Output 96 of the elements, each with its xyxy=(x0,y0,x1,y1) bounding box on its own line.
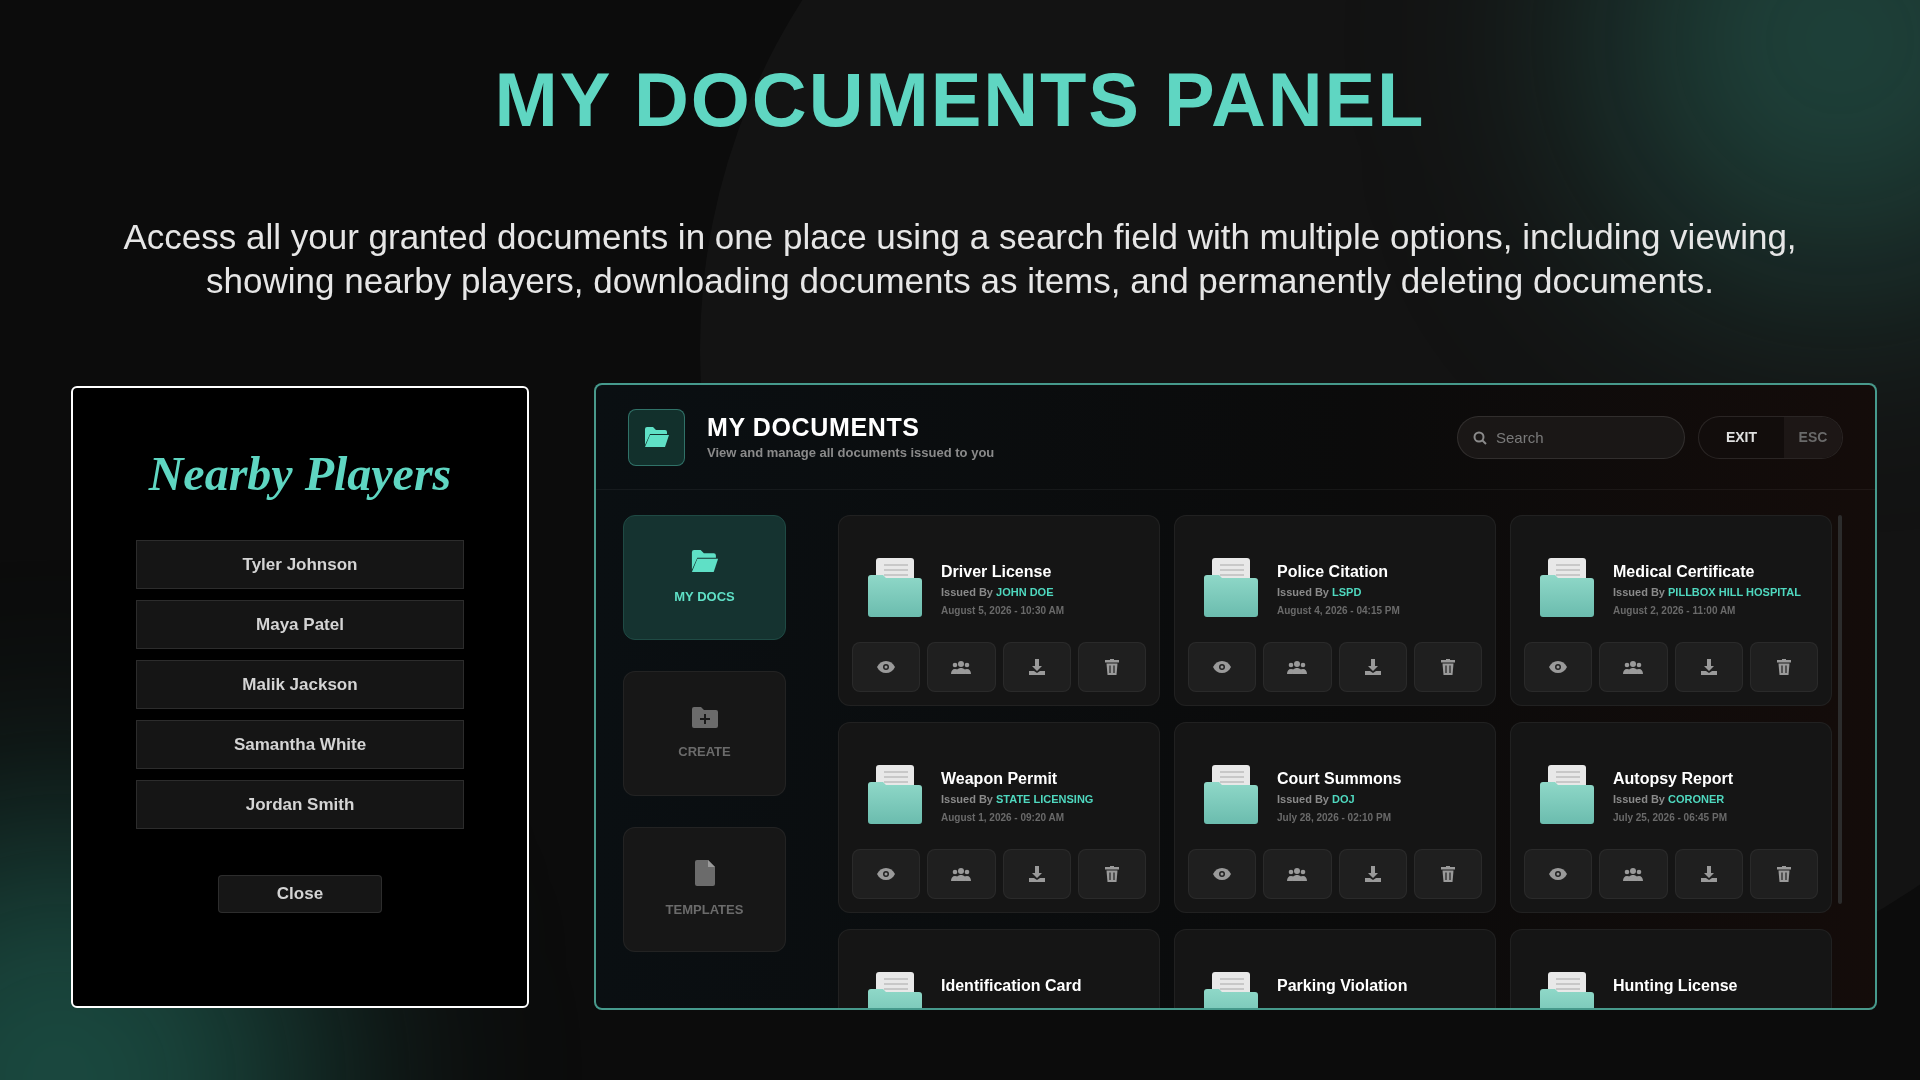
users-icon xyxy=(1623,660,1644,674)
download-button[interactable] xyxy=(1338,849,1407,899)
document-folder-icon xyxy=(1538,556,1596,618)
document-title: Parking Violation xyxy=(1277,976,1408,996)
trash-button[interactable] xyxy=(1077,642,1146,692)
trash-button[interactable] xyxy=(1413,849,1482,899)
search-field[interactable]: Search xyxy=(1457,415,1685,459)
document-title: Court Summons xyxy=(1277,769,1402,789)
view-icon xyxy=(877,868,896,880)
document-date: July 28, 2026 - 02:10 PM xyxy=(1277,810,1392,825)
nav-tab[interactable]: MY DOCS xyxy=(623,515,786,640)
trash-icon xyxy=(1776,866,1791,882)
scrollbar[interactable] xyxy=(1838,515,1842,904)
issuer-text: Issued By STATE LICENSING xyxy=(941,792,1094,807)
page-description: Access all your granted documents in one place using a search field with multiple options, including viewing, showing nearby players, downloading documents as items, and permanently deleting documents. xyxy=(122,216,1798,302)
trash-button[interactable] xyxy=(1413,642,1482,692)
users-button[interactable] xyxy=(1599,849,1668,899)
file-icon xyxy=(694,859,715,886)
trash-button[interactable] xyxy=(1749,642,1818,692)
users-button[interactable] xyxy=(1263,642,1332,692)
download-icon xyxy=(1028,659,1045,675)
folder-plus-icon xyxy=(691,705,718,728)
download-button[interactable] xyxy=(1002,849,1071,899)
page-title: MY DOCUMENTS PANEL xyxy=(494,62,1426,138)
trash-icon xyxy=(1440,866,1455,882)
search-icon xyxy=(1473,430,1487,445)
download-button[interactable] xyxy=(1674,642,1743,692)
download-button[interactable] xyxy=(1002,642,1071,692)
player-button[interactable]: Jordan Smith xyxy=(136,780,464,829)
document-folder-icon xyxy=(866,763,924,825)
document-folder-icon xyxy=(1202,556,1260,618)
document-title: Autopsy Report xyxy=(1613,769,1733,789)
player-button[interactable]: Maya Patel xyxy=(136,600,464,649)
view-button[interactable] xyxy=(1188,849,1257,899)
users-icon xyxy=(1623,867,1644,881)
download-icon xyxy=(1364,659,1381,675)
document-title: Police Citation xyxy=(1277,562,1390,582)
trash-icon xyxy=(1104,866,1119,882)
panel-subtitle: View and manage all documents issued to you xyxy=(707,443,995,462)
issuer-text: Issued By CORONER xyxy=(1613,792,1726,807)
player-button[interactable]: Tyler Johnson xyxy=(136,540,464,589)
document-date: August 4, 2026 - 04:15 PM xyxy=(1277,603,1400,618)
view-icon xyxy=(1213,868,1232,880)
document-date: August 2, 2026 - 11:00 AM xyxy=(1613,603,1737,618)
trash-icon xyxy=(1776,659,1791,675)
trash-icon xyxy=(1440,659,1455,675)
document-date: July 25, 2026 - 06:45 PM xyxy=(1613,810,1728,825)
users-icon xyxy=(1287,660,1308,674)
download-icon xyxy=(1364,866,1381,882)
issuer-text: Issued By DOJ xyxy=(1277,792,1356,807)
nearby-players-title: Nearby Players xyxy=(148,450,452,498)
folder-icon xyxy=(689,548,720,573)
users-icon xyxy=(951,660,972,674)
document-title: Hunting License xyxy=(1613,976,1738,996)
document-date: August 5, 2026 - 10:30 AM xyxy=(941,603,1064,618)
player-button[interactable]: Samantha White xyxy=(136,720,464,769)
download-button[interactable] xyxy=(1338,642,1407,692)
document-title: Medical Certificate xyxy=(1613,562,1756,582)
view-button[interactable] xyxy=(852,849,921,899)
document-title: Identification Card xyxy=(941,976,1082,996)
document-folder-icon xyxy=(866,556,924,618)
document-title: Driver License xyxy=(941,562,1053,582)
download-icon xyxy=(1700,659,1717,675)
users-button[interactable] xyxy=(927,849,996,899)
view-icon xyxy=(1213,661,1232,673)
trash-button[interactable] xyxy=(1749,849,1818,899)
player-button[interactable]: Malik Jackson xyxy=(136,660,464,709)
exit-button[interactable]: EXIT xyxy=(1699,416,1784,458)
users-button[interactable] xyxy=(1599,642,1668,692)
folder-icon xyxy=(628,408,685,466)
close-button[interactable]: Close xyxy=(218,875,382,913)
view-icon xyxy=(1549,661,1568,673)
issuer-text: Issued By PILLBOX HILL HOSPITAL xyxy=(1613,585,1801,600)
view-button[interactable] xyxy=(1524,642,1593,692)
view-icon xyxy=(877,661,896,673)
view-button[interactable] xyxy=(1524,849,1593,899)
users-button[interactable] xyxy=(1263,849,1332,899)
view-icon xyxy=(1549,868,1568,880)
document-folder-icon xyxy=(1538,763,1596,825)
view-button[interactable] xyxy=(852,642,921,692)
download-icon xyxy=(1028,866,1045,882)
trash-button[interactable] xyxy=(1077,849,1146,899)
download-button[interactable] xyxy=(1674,849,1743,899)
download-icon xyxy=(1700,866,1717,882)
document-folder-icon xyxy=(1202,763,1260,825)
users-button[interactable] xyxy=(927,642,996,692)
document-title: Weapon Permit xyxy=(941,769,1059,789)
users-icon xyxy=(1287,867,1308,881)
view-button[interactable] xyxy=(1188,642,1257,692)
document-date: August 1, 2026 - 09:20 AM xyxy=(941,810,1065,825)
issuer-text: Issued By LSPD xyxy=(1277,585,1363,600)
key-hint: ESC xyxy=(1784,416,1842,458)
panel-title: MY DOCUMENTS xyxy=(707,411,921,443)
trash-icon xyxy=(1104,659,1119,675)
issuer-text: Issued By JOHN DOE xyxy=(941,585,1055,600)
users-icon xyxy=(951,867,972,881)
